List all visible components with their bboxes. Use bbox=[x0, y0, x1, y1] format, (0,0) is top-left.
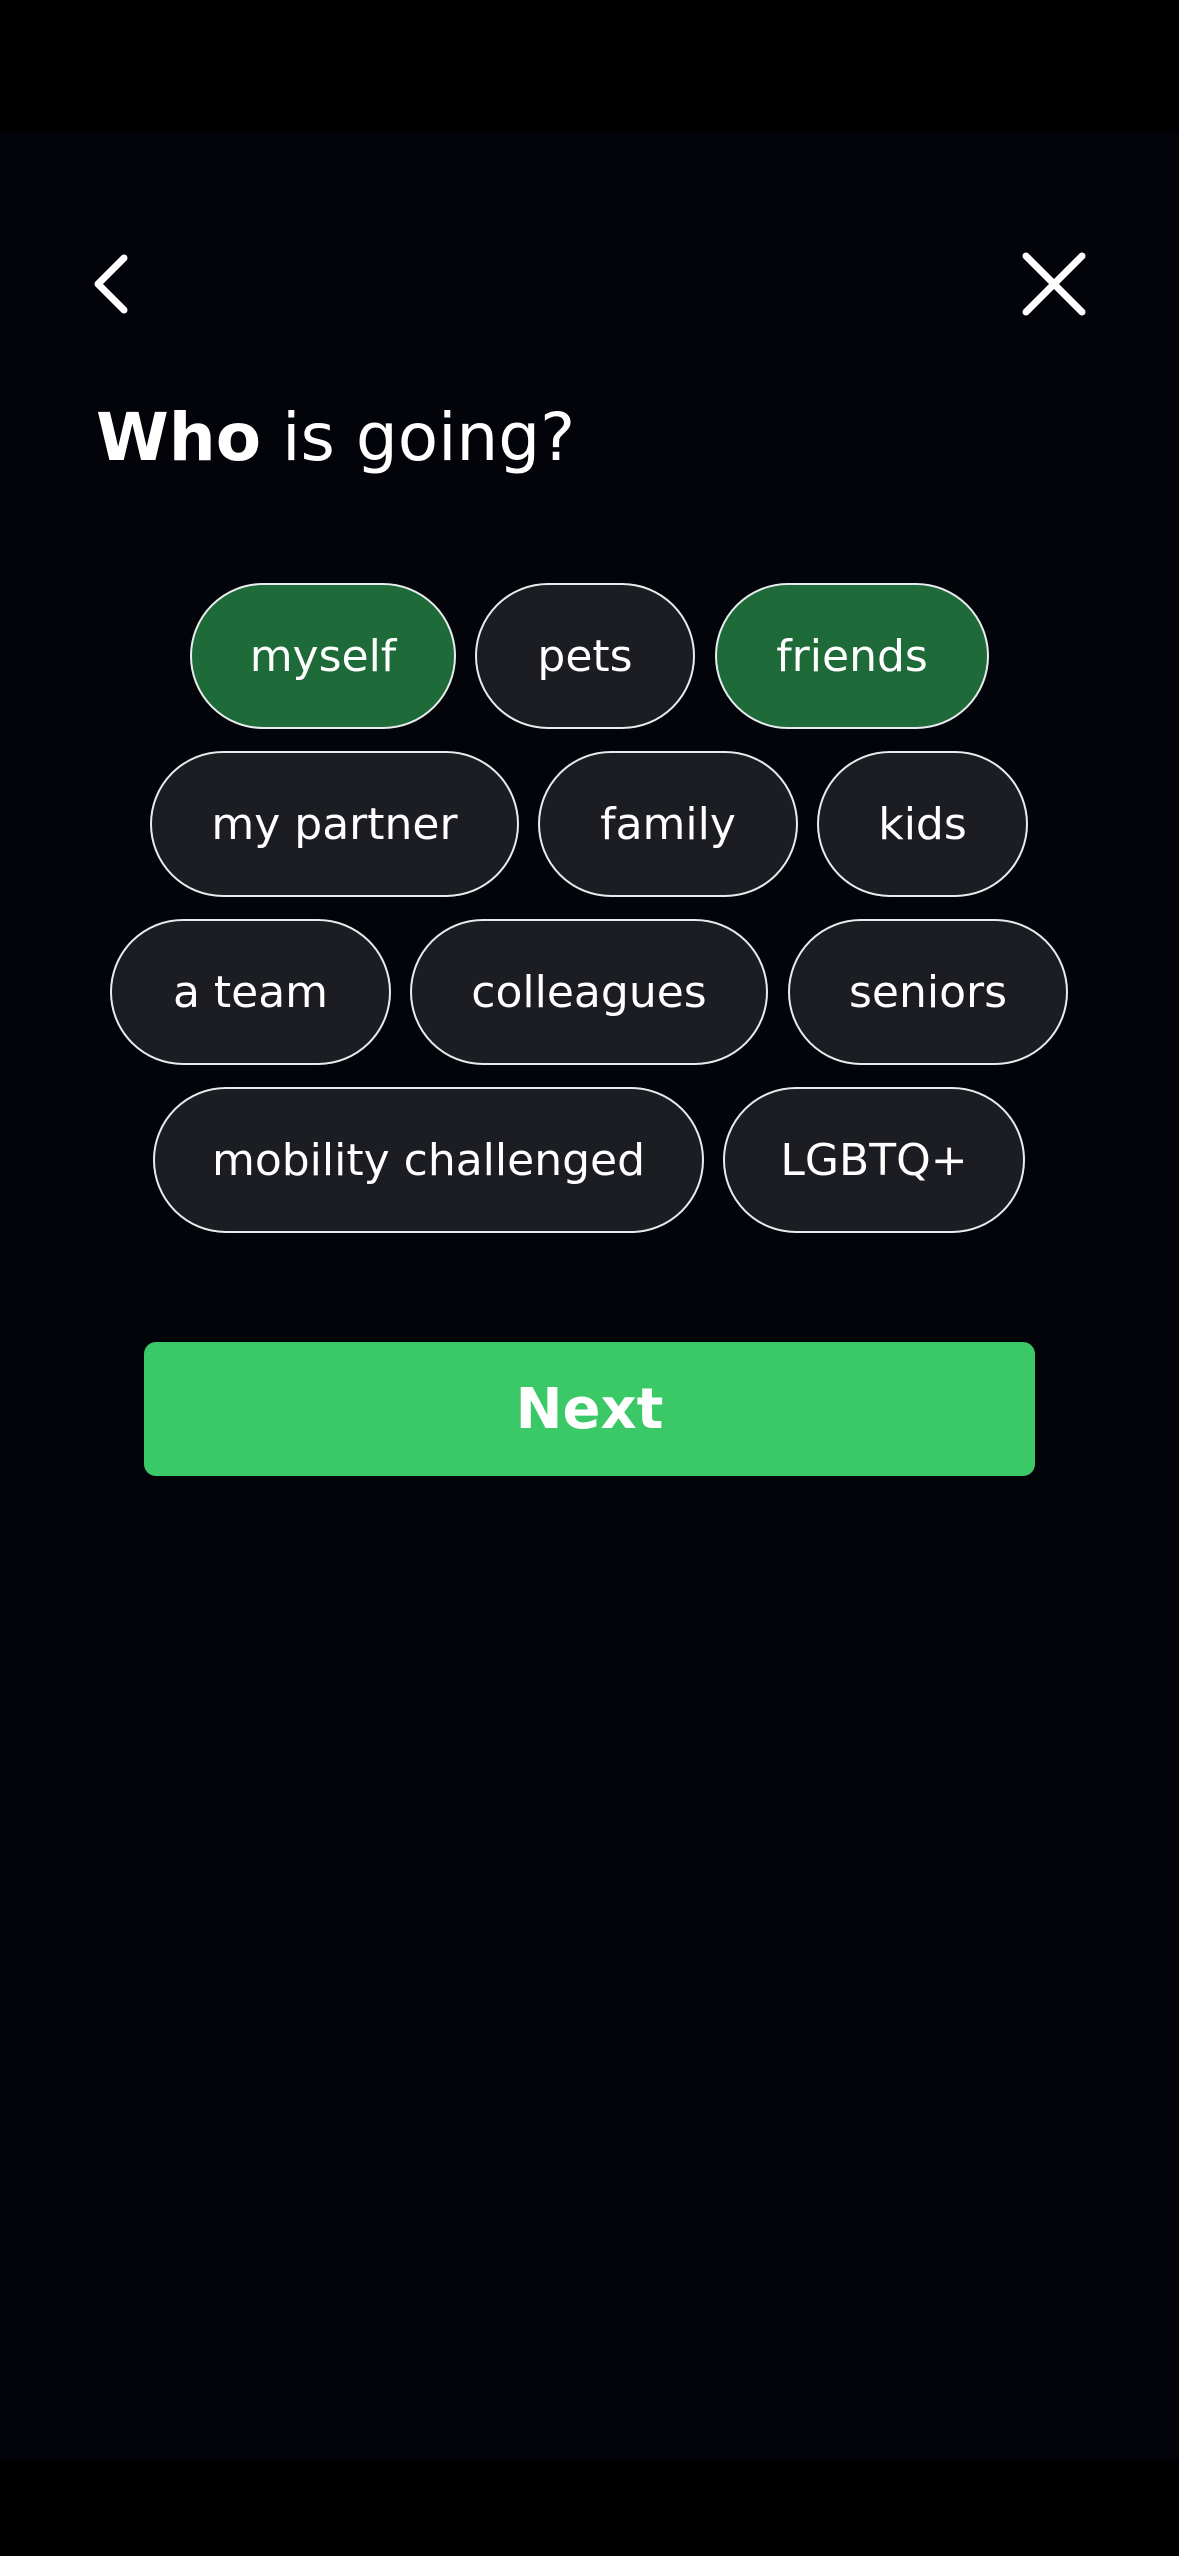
option-label: myself bbox=[249, 630, 397, 682]
option-label: mobility challenged bbox=[211, 1134, 646, 1186]
close-button[interactable] bbox=[1006, 236, 1102, 332]
option-label: family bbox=[600, 798, 736, 850]
option-pets[interactable]: pets bbox=[475, 583, 695, 729]
back-button[interactable] bbox=[66, 236, 162, 332]
home-indicator-area bbox=[0, 2460, 1179, 2556]
status-bar bbox=[0, 0, 1179, 132]
option-myself[interactable]: myself bbox=[190, 583, 456, 729]
close-icon bbox=[1022, 252, 1086, 316]
option-friends[interactable]: friends bbox=[715, 583, 989, 729]
option-label: a team bbox=[172, 966, 329, 1018]
title-strong: Who bbox=[96, 399, 262, 476]
option-colleagues[interactable]: colleagues bbox=[410, 919, 768, 1065]
title-rest: is going? bbox=[261, 399, 576, 476]
option-label: LGBTQ+ bbox=[780, 1134, 968, 1186]
option-mobility-challenged[interactable]: mobility challenged bbox=[153, 1087, 704, 1233]
page-title: Who is going? bbox=[96, 398, 575, 478]
option-a-team[interactable]: a team bbox=[110, 919, 391, 1065]
option-label: pets bbox=[537, 630, 633, 682]
next-button[interactable]: Next bbox=[144, 1342, 1035, 1476]
option-lgbtq[interactable]: LGBTQ+ bbox=[723, 1087, 1025, 1233]
option-label: seniors bbox=[848, 966, 1008, 1018]
option-my-partner[interactable]: my partner bbox=[150, 751, 519, 897]
chevron-left-icon bbox=[94, 254, 128, 314]
option-label: kids bbox=[878, 798, 967, 850]
option-kids[interactable]: kids bbox=[817, 751, 1028, 897]
option-family[interactable]: family bbox=[538, 751, 798, 897]
screen: Who is going? myself pets friends my par… bbox=[0, 0, 1179, 2556]
option-seniors[interactable]: seniors bbox=[788, 919, 1068, 1065]
option-label: colleagues bbox=[471, 966, 707, 1018]
option-label: friends bbox=[776, 630, 928, 682]
option-label: my partner bbox=[211, 798, 458, 850]
